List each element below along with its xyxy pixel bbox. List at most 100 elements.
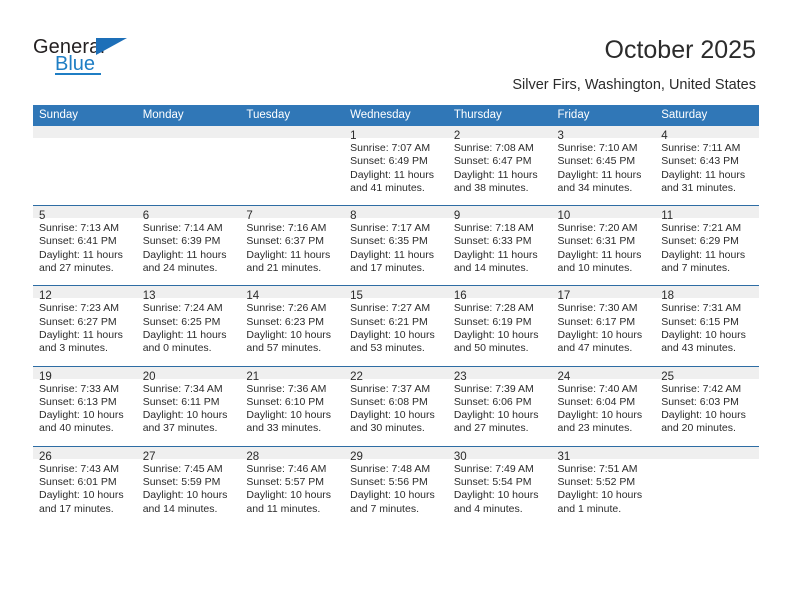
daylight-text: Daylight: 10 hours and 50 minutes.	[453, 328, 539, 355]
calendar-day-cell[interactable]: 8 Sunrise: 7:17 AM Sunset: 6:35 PM Daylight…	[344, 205, 448, 286]
weekday-header-wednesday: Wednesday	[344, 105, 448, 126]
general-blue-logo[interactable]: General Blue	[33, 36, 193, 84]
calendar-day-cell[interactable]: 16 Sunrise: 7:28 AM Sunset: 6:19 PM Dayligh…	[447, 285, 552, 367]
calendar-day-cell[interactable]: 4 Sunrise: 7:11 AM Sunset: 6:43 PM Daylight…	[655, 126, 759, 206]
calendar-day-cell[interactable]: 18 Sunrise: 7:31 AM Sunset: 6:15 PM Dayligh…	[655, 285, 759, 367]
calendar-day-cell[interactable]: 2 Sunrise: 7:08 AM Sunset: 6:47 PM Daylight…	[447, 126, 552, 206]
calendar-day-cell[interactable]: 28 Sunrise: 7:46 AM Sunset: 5:57 PM Dayligh…	[240, 445, 345, 526]
calendar-day-cell[interactable]: 29 Sunrise: 7:48 AM Sunset: 5:56 PM Dayligh…	[344, 445, 448, 526]
calendar-day-cell[interactable]: 23 Sunrise: 7:39 AM Sunset: 6:06 PM Dayligh…	[447, 365, 552, 447]
day-details: Sunrise: 7:31 AM Sunset: 6:15 PM Daylight:…	[655, 298, 759, 365]
calendar-day-cell[interactable]: 14 Sunrise: 7:26 AM Sunset: 6:23 PM Dayligh…	[240, 285, 345, 367]
logo-text-blue: Blue	[55, 53, 96, 75]
calendar-week-row: 5 Sunrise: 7:13 AM Sunset: 6:41 PM Daylight…	[33, 205, 759, 286]
calendar-day-cell[interactable]: 12 Sunrise: 7:23 AM Sunset: 6:27 PM Dayligh…	[33, 285, 137, 367]
calendar-day-cell[interactable]: 25 Sunrise: 7:42 AM Sunset: 6:03 PM Dayligh…	[655, 365, 759, 447]
sunrise-text: Sunrise: 7:14 AM	[142, 222, 223, 235]
day-details: Sunrise: 7:49 AM Sunset: 5:54 PM Daylight:…	[448, 459, 552, 526]
daylight-text: Daylight: 10 hours and 11 minutes.	[246, 489, 332, 515]
page-title: October 2025	[604, 36, 757, 64]
calendar-day-cell[interactable]: 1 Sunrise: 7:07 AM Sunset: 6:49 PM Daylight…	[344, 126, 448, 206]
day-number: 31	[551, 446, 656, 463]
sunset-text: Sunset: 6:47 PM	[453, 155, 532, 168]
calendar-day-cell[interactable]: 15 Sunrise: 7:27 AM Sunset: 6:21 PM Dayligh…	[344, 285, 448, 367]
calendar-day-cell[interactable]: 30 Sunrise: 7:49 AM Sunset: 5:54 PM Dayligh…	[447, 445, 552, 526]
sunset-text: Sunset: 6:41 PM	[39, 235, 117, 248]
calendar-day-cell[interactable]: 19 Sunrise: 7:33 AM Sunset: 6:13 PM Dayligh…	[33, 365, 137, 447]
day-number: 28	[240, 446, 345, 463]
day-details: Sunrise: 7:13 AM Sunset: 6:41 PM Daylight:…	[33, 218, 137, 285]
daylight-text: Daylight: 10 hours and 53 minutes.	[350, 328, 435, 355]
weekday-header-sunday: Sunday	[33, 105, 137, 126]
weekday-header-tuesday: Tuesday	[240, 105, 345, 126]
daylight-text: Daylight: 11 hours and 24 minutes.	[142, 248, 227, 275]
sunset-text: Sunset: 6:25 PM	[142, 315, 221, 328]
calendar-week-row: 1 Sunrise: 7:07 AM Sunset: 6:49 PM Daylight…	[33, 126, 759, 206]
calendar-week-row: 12 Sunrise: 7:23 AM Sunset: 6:27 PM Dayligh…	[33, 285, 759, 367]
calendar-day-cell[interactable]: 9 Sunrise: 7:18 AM Sunset: 6:33 PM Daylight…	[447, 205, 552, 286]
sunset-text: Sunset: 6:08 PM	[350, 395, 428, 408]
day-details: Sunrise: 7:43 AM Sunset: 6:01 PM Daylight:…	[33, 459, 137, 526]
sunrise-text: Sunrise: 7:13 AM	[39, 222, 119, 235]
calendar-day-cell[interactable]: 31 Sunrise: 7:51 AM Sunset: 5:52 PM Dayligh…	[551, 445, 656, 526]
day-number: 17	[551, 286, 656, 302]
sunrise-text: Sunrise: 7:34 AM	[142, 382, 223, 395]
sunrise-text: Sunrise: 7:49 AM	[453, 462, 534, 475]
day-details: Sunrise: 7:42 AM Sunset: 6:03 PM Daylight:…	[655, 379, 759, 446]
calendar-day-cell[interactable]: 5 Sunrise: 7:13 AM Sunset: 6:41 PM Daylight…	[33, 205, 137, 286]
day-number: 20	[136, 366, 241, 383]
calendar-day-cell[interactable]: 11 Sunrise: 7:21 AM Sunset: 6:29 PM Dayligh…	[655, 205, 759, 286]
calendar-day-cell[interactable]: 17 Sunrise: 7:30 AM Sunset: 6:17 PM Dayligh…	[551, 285, 656, 367]
daylight-text: Daylight: 11 hours and 3 minutes.	[39, 328, 123, 355]
calendar-day-cell[interactable]: 20 Sunrise: 7:34 AM Sunset: 6:11 PM Dayligh…	[136, 365, 241, 447]
day-number: 16	[447, 286, 552, 302]
calendar-day-cell[interactable]: 13 Sunrise: 7:24 AM Sunset: 6:25 PM Dayligh…	[136, 285, 241, 367]
sunset-text: Sunset: 6:06 PM	[453, 395, 532, 408]
weekday-header-monday: Monday	[136, 105, 241, 126]
sunrise-text: Sunrise: 7:27 AM	[350, 302, 431, 315]
sunrise-text: Sunrise: 7:26 AM	[246, 302, 327, 315]
day-number: 25	[655, 366, 759, 383]
calendar-day-cell[interactable]: 3 Sunrise: 7:10 AM Sunset: 6:45 PM Daylight…	[551, 126, 656, 206]
calendar-day-cell[interactable]: 6 Sunrise: 7:14 AM Sunset: 6:39 PM Daylight…	[136, 205, 241, 286]
day-number: 26	[33, 446, 137, 463]
logo-underline	[55, 73, 101, 75]
daylight-text: Daylight: 11 hours and 41 minutes.	[350, 168, 434, 194]
calendar-body: 1 Sunrise: 7:07 AM Sunset: 6:49 PM Daylight…	[33, 126, 759, 526]
calendar-day-cell[interactable]: 24 Sunrise: 7:40 AM Sunset: 6:04 PM Dayligh…	[551, 365, 656, 447]
day-number: 22	[344, 366, 448, 383]
sunset-text: Sunset: 6:37 PM	[246, 235, 325, 248]
day-details: Sunrise: 7:33 AM Sunset: 6:13 PM Daylight:…	[33, 379, 137, 446]
day-number: 12	[33, 286, 137, 302]
sunset-text: Sunset: 5:56 PM	[350, 476, 428, 489]
sunset-text: Sunset: 6:27 PM	[39, 315, 117, 328]
day-details: Sunrise: 7:30 AM Sunset: 6:17 PM Daylight:…	[552, 298, 656, 365]
sunrise-text: Sunrise: 7:46 AM	[246, 462, 327, 475]
day-details: Sunrise: 7:37 AM Sunset: 6:08 PM Daylight:…	[344, 379, 448, 446]
sunset-text: Sunset: 6:31 PM	[557, 235, 636, 248]
day-details: Sunrise: 7:18 AM Sunset: 6:33 PM Daylight:…	[448, 218, 552, 285]
day-details: Sunrise: 7:10 AM Sunset: 6:45 PM Daylight:…	[552, 138, 656, 205]
sunset-text: Sunset: 5:59 PM	[142, 476, 221, 489]
triangle-icon	[96, 38, 127, 55]
day-details: Sunrise: 7:17 AM Sunset: 6:35 PM Daylight:…	[344, 218, 448, 285]
calendar-day-cell[interactable]: 26 Sunrise: 7:43 AM Sunset: 6:01 PM Dayligh…	[33, 445, 137, 526]
weekday-header-friday: Friday	[551, 105, 656, 126]
sunset-text: Sunset: 6:17 PM	[557, 315, 636, 328]
calendar-day-cell[interactable]: 27 Sunrise: 7:45 AM Sunset: 5:59 PM Dayligh…	[136, 445, 241, 526]
sunrise-text: Sunrise: 7:40 AM	[557, 382, 638, 395]
sunset-text: Sunset: 6:15 PM	[661, 315, 739, 328]
calendar-empty-cell	[136, 126, 241, 206]
daylight-text: Daylight: 11 hours and 14 minutes.	[453, 248, 538, 275]
sunrise-text: Sunrise: 7:30 AM	[557, 302, 638, 315]
calendar-day-cell[interactable]: 7 Sunrise: 7:16 AM Sunset: 6:37 PM Daylight…	[240, 205, 345, 286]
calendar-day-cell[interactable]: 22 Sunrise: 7:37 AM Sunset: 6:08 PM Dayligh…	[344, 365, 448, 447]
day-details: Sunrise: 7:14 AM Sunset: 6:39 PM Daylight:…	[137, 218, 241, 285]
day-number: 23	[447, 366, 552, 383]
calendar-day-cell[interactable]: 21 Sunrise: 7:36 AM Sunset: 6:10 PM Dayligh…	[240, 365, 345, 447]
daylight-text: Daylight: 11 hours and 27 minutes.	[39, 248, 123, 275]
day-details: Sunrise: 7:45 AM Sunset: 5:59 PM Daylight:…	[137, 459, 241, 526]
calendar-day-cell[interactable]: 10 Sunrise: 7:20 AM Sunset: 6:31 PM Dayligh…	[551, 205, 656, 286]
sunset-text: Sunset: 6:23 PM	[246, 315, 325, 328]
sunset-text: Sunset: 6:29 PM	[661, 235, 739, 248]
